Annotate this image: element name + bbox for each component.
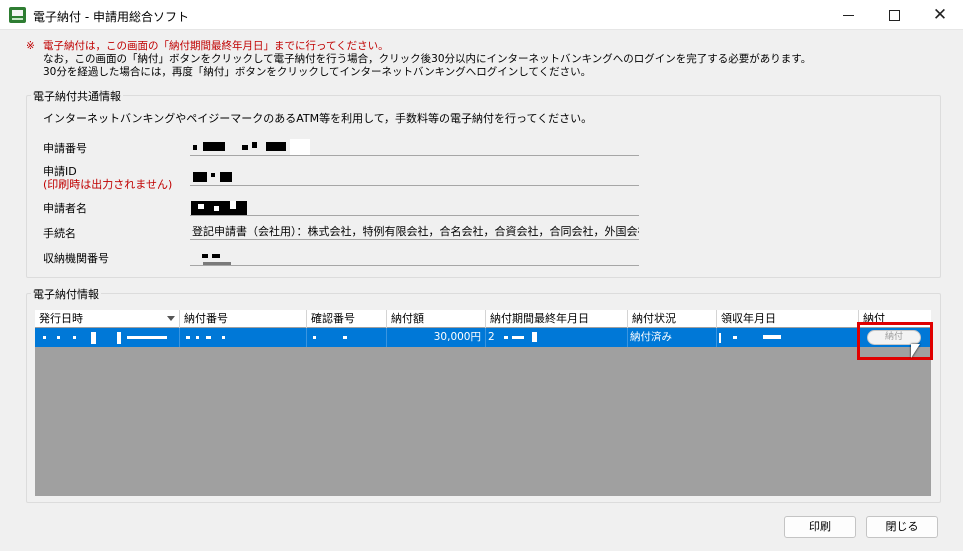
column-header-label: 発行日時	[39, 312, 83, 325]
cell-status: 納付済み	[628, 328, 717, 347]
cell-payment-number	[180, 328, 307, 347]
cell-issued-at	[35, 328, 180, 347]
cell-deadline: 2	[486, 328, 628, 347]
title-bar: 電子納付 - 申請用総合ソフト ✕	[0, 0, 963, 30]
deadline-prefix: 2	[488, 331, 495, 343]
notice-line-2: なお，この画面の「納付」ボタンをクリックして電子納付を行う場合，クリック後30分…	[43, 53, 812, 65]
column-header-confirmation-number[interactable]: 確認番号	[307, 310, 387, 328]
print-button[interactable]: 印刷	[784, 516, 856, 538]
cell-confirmation-number	[307, 328, 387, 347]
close-window-button[interactable]: ✕	[917, 0, 963, 30]
grid-header: 発行日時 納付番号 確認番号 納付額 納付期間最終年月日 納付状況 領収年月日 …	[35, 310, 931, 328]
table-row[interactable]: 30,000円 2 納付済み 納付	[35, 328, 931, 347]
column-header-deadline[interactable]: 納付期間最終年月日	[486, 310, 628, 328]
app-icon	[9, 7, 26, 23]
payment-info-group: 電子納付情報 発行日時 納付番号 確認番号 納付額 納付期間最終年月日 納付状況…	[26, 286, 941, 503]
window-title: 電子納付 - 申請用総合ソフト	[33, 10, 189, 24]
applicant-name-label: 申請者名	[43, 202, 87, 215]
payment-info-title: 電子納付情報	[31, 286, 101, 302]
application-id-field	[190, 169, 639, 186]
application-number-label: 申請番号	[43, 142, 87, 155]
notice-line-1: 電子納付は，この画面の「納付期間最終年月日」までに行ってください。	[43, 40, 389, 52]
mouse-cursor-icon	[911, 344, 920, 358]
column-header-issued-at[interactable]: 発行日時	[35, 310, 180, 328]
minimize-button[interactable]	[825, 0, 871, 30]
common-info-group: 電子納付共通情報 インターネットバンキングやペイジーマークのあるATM等を利用し…	[26, 88, 941, 278]
payment-grid[interactable]: 発行日時 納付番号 確認番号 納付額 納付期間最終年月日 納付状況 領収年月日 …	[35, 310, 931, 496]
application-number-field	[190, 139, 639, 156]
procedure-name-label: 手続名	[43, 227, 76, 240]
column-header-payment-number[interactable]: 納付番号	[180, 310, 307, 328]
collection-agency-number-label: 収納機関番号	[43, 252, 109, 265]
maximize-button[interactable]	[871, 0, 917, 30]
column-header-amount[interactable]: 納付額	[387, 310, 486, 328]
column-header-status[interactable]: 納付状況	[628, 310, 717, 328]
application-id-note: (印刷時は出力されません)	[43, 178, 173, 191]
highlight-box	[857, 322, 933, 360]
cell-amount: 30,000円	[387, 328, 486, 347]
collection-agency-number-field	[190, 249, 639, 266]
common-info-description: インターネットバンキングやペイジーマークのあるATM等を利用して，手数料等の電子…	[43, 112, 593, 125]
column-header-receipt-date[interactable]: 領収年月日	[717, 310, 859, 328]
minimize-icon	[842, 14, 854, 16]
close-icon: ✕	[932, 5, 948, 25]
cell-receipt-date	[717, 328, 859, 347]
sort-dropdown-icon[interactable]	[167, 316, 175, 321]
maximize-icon	[888, 9, 900, 21]
procedure-name-field: 登記申請書（会社用）：株式会社，特例有限会社，合名会社，合資会社，合同会社，外国…	[190, 223, 639, 240]
common-info-title: 電子納付共通情報	[31, 88, 123, 104]
applicant-name-field	[190, 199, 639, 216]
close-button[interactable]: 閉じる	[866, 516, 938, 538]
notice-line-3: 30分を経過した場合には，再度「納付」ボタンをクリックしてインターネットバンキン…	[43, 66, 592, 78]
notice-mark: ※	[26, 40, 35, 52]
